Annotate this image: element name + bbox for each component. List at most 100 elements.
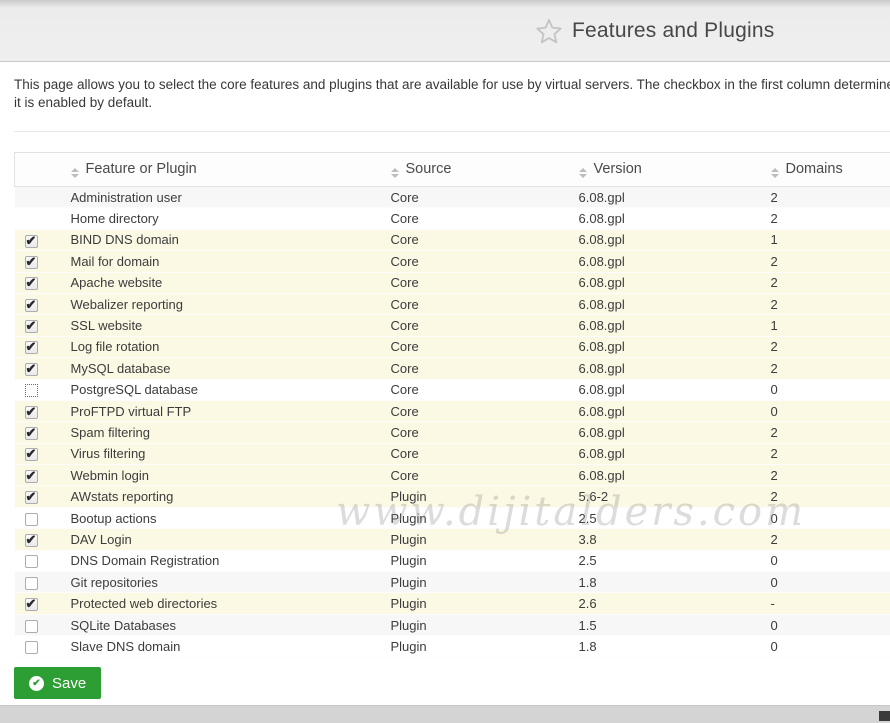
- feature-checkbox[interactable]: [25, 363, 38, 376]
- feature-source: Core: [383, 272, 571, 293]
- feature-checkbox[interactable]: [25, 341, 38, 354]
- feature-checkbox[interactable]: [25, 277, 38, 290]
- feature-checkbox-cell: [15, 636, 63, 657]
- feature-name: Git repositories: [63, 572, 383, 593]
- save-button[interactable]: ✔ Save: [14, 667, 101, 699]
- feature-checkbox[interactable]: [25, 555, 38, 568]
- feature-source: Plugin: [383, 614, 571, 635]
- feature-checkbox[interactable]: [25, 448, 38, 461]
- table-row: Log file rotation Core 6.08.gpl 2: [15, 336, 890, 357]
- feature-name: Log file rotation: [63, 336, 383, 357]
- sort-arrows-icon[interactable]: [391, 168, 399, 178]
- feature-domains: 2: [763, 529, 890, 550]
- sort-arrows-icon[interactable]: [71, 168, 79, 178]
- feature-source: Core: [383, 208, 571, 229]
- feature-domains: 2: [763, 251, 890, 272]
- feature-source: Plugin: [383, 486, 571, 507]
- table-row: Apache website Core 6.08.gpl 2: [15, 272, 890, 293]
- feature-domains: 2: [763, 187, 890, 208]
- table-row: Slave DNS domain Plugin 1.8 0: [15, 636, 890, 657]
- feature-version: 2.5: [571, 550, 763, 571]
- feature-source: Core: [383, 187, 571, 208]
- page-description: This page allows you to select the core …: [14, 76, 890, 112]
- feature-checkbox-cell: [15, 336, 63, 357]
- feature-domains: 2: [763, 486, 890, 507]
- table-row: Protected web directories Plugin 2.6 -: [15, 593, 890, 614]
- feature-name: DNS Domain Registration: [63, 550, 383, 571]
- feature-checkbox[interactable]: [25, 513, 38, 526]
- feature-source: Plugin: [383, 572, 571, 593]
- check-circle-icon: ✔: [29, 676, 44, 691]
- table-row: Spam filtering Core 6.08.gpl 2: [15, 422, 890, 443]
- feature-name: ProFTPD virtual FTP: [63, 400, 383, 421]
- sort-arrows-icon[interactable]: [771, 168, 779, 178]
- feature-name: Administration user: [63, 187, 383, 208]
- feature-checkbox[interactable]: [25, 470, 38, 483]
- feature-name: Protected web directories: [63, 593, 383, 614]
- feature-version: 1.8: [571, 636, 763, 657]
- feature-domains: 2: [763, 422, 890, 443]
- feature-checkbox[interactable]: [25, 235, 38, 248]
- feature-checkbox[interactable]: [25, 534, 38, 547]
- feature-name: AWstats reporting: [63, 486, 383, 507]
- features-table-container: Feature or Plugin Source Version Domains…: [14, 152, 890, 658]
- feature-checkbox[interactable]: [25, 256, 38, 269]
- feature-name: Mail for domain: [63, 251, 383, 272]
- feature-checkbox-cell: [15, 550, 63, 571]
- table-row: Mail for domain Core 6.08.gpl 2: [15, 251, 890, 272]
- feature-checkbox[interactable]: [25, 406, 38, 419]
- feature-version: 6.08.gpl: [571, 293, 763, 314]
- footer-bar: [0, 705, 890, 723]
- feature-checkbox[interactable]: [25, 491, 38, 504]
- feature-checkbox[interactable]: [25, 641, 38, 654]
- feature-source: Plugin: [383, 593, 571, 614]
- feature-checkbox-cell: [15, 593, 63, 614]
- feature-checkbox[interactable]: [25, 427, 38, 440]
- table-row: Administration user Core 6.08.gpl 2: [15, 187, 890, 208]
- feature-name: MySQL database: [63, 358, 383, 379]
- table-header-row: Feature or Plugin Source Version Domains: [15, 153, 890, 187]
- star-icon: [535, 17, 563, 45]
- feature-checkbox-cell: [15, 379, 63, 400]
- feature-source: Core: [383, 251, 571, 272]
- feature-checkbox[interactable]: [25, 384, 38, 397]
- feature-domains: 2: [763, 272, 890, 293]
- table-row: MySQL database Core 6.08.gpl 2: [15, 358, 890, 379]
- resize-corner-handle[interactable]: [879, 711, 890, 721]
- column-header-label: Version: [594, 161, 642, 177]
- feature-checkbox[interactable]: [25, 620, 38, 633]
- column-header-label: Source: [406, 161, 452, 177]
- column-header-source[interactable]: Source: [383, 153, 571, 187]
- feature-checkbox[interactable]: [25, 577, 38, 590]
- feature-checkbox-cell: [15, 400, 63, 421]
- sort-arrows-icon[interactable]: [579, 168, 587, 178]
- feature-source: Plugin: [383, 550, 571, 571]
- feature-checkbox-cell: [15, 272, 63, 293]
- table-row: Webalizer reporting Core 6.08.gpl 2: [15, 293, 890, 314]
- feature-source: Core: [383, 443, 571, 464]
- column-header-domains[interactable]: Domains: [763, 153, 890, 187]
- table-row: DNS Domain Registration Plugin 2.5 0: [15, 550, 890, 571]
- feature-checkbox[interactable]: [25, 299, 38, 312]
- feature-version: 6.08.gpl: [571, 315, 763, 336]
- feature-checkbox[interactable]: [25, 320, 38, 333]
- feature-domains: 0: [763, 507, 890, 528]
- feature-version: 6.08.gpl: [571, 400, 763, 421]
- column-header-feature[interactable]: Feature or Plugin: [63, 153, 383, 187]
- feature-source: Core: [383, 465, 571, 486]
- feature-checkbox-cell: [15, 486, 63, 507]
- feature-domains: 0: [763, 572, 890, 593]
- feature-checkbox-cell: [15, 465, 63, 486]
- feature-version: 1.5: [571, 614, 763, 635]
- feature-source: Core: [383, 336, 571, 357]
- feature-checkbox-cell: [15, 507, 63, 528]
- section-divider: [14, 131, 890, 132]
- feature-checkbox-cell: [15, 208, 63, 229]
- feature-checkbox[interactable]: [25, 598, 38, 611]
- feature-version: 6.08.gpl: [571, 251, 763, 272]
- feature-domains: 1: [763, 229, 890, 250]
- feature-name: Home directory: [63, 208, 383, 229]
- column-header-version[interactable]: Version: [571, 153, 763, 187]
- feature-version: 6.08.gpl: [571, 336, 763, 357]
- feature-domains: 2: [763, 443, 890, 464]
